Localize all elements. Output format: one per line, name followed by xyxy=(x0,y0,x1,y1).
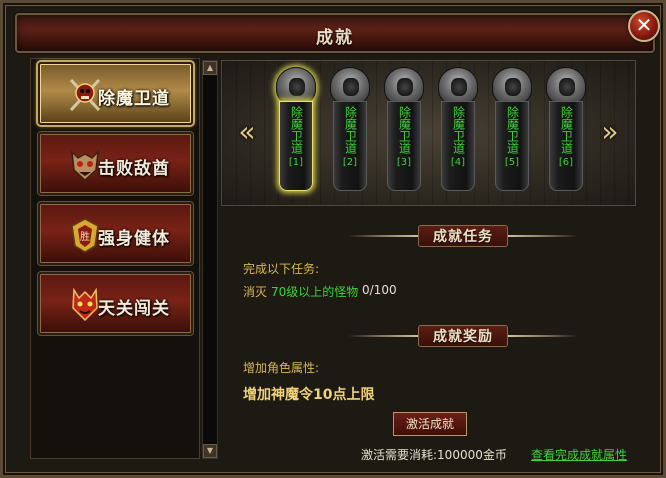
tier-pillar-4[interactable]: 除魔卫道 [4] xyxy=(435,67,481,195)
scroll-down-button[interactable]: ▼ xyxy=(203,444,217,458)
category-item-defeat-chiefs[interactable]: 击败敌酋 xyxy=(38,132,193,195)
tier-pillar-1[interactable]: 除魔卫道 [1] xyxy=(273,67,319,195)
achievement-window: 成就 ✕ 除魔卫道 击败敌酋 胜 强身健体 天关闯关 ▲ ▼ « » 除魔卫道 … xyxy=(0,0,666,478)
tier-name: 除魔卫道 xyxy=(289,106,304,154)
task-objective-detail: 70级以上的怪物 xyxy=(271,285,359,299)
next-tier-button[interactable]: » xyxy=(595,118,625,146)
tier-name: 除魔卫道 xyxy=(559,106,574,154)
svg-text:胜: 胜 xyxy=(80,231,90,243)
tier-index: [2] xyxy=(342,157,358,168)
tier-pillar-6[interactable]: 除魔卫道 [6] xyxy=(543,67,589,195)
pillar-cap-icon xyxy=(492,67,532,105)
red-demon-icon xyxy=(68,286,102,324)
demon-mask-icon xyxy=(68,146,102,184)
pillar-cap-icon xyxy=(384,67,424,105)
category-label: 天关闯关 xyxy=(98,299,170,319)
scroll-up-button[interactable]: ▲ xyxy=(203,61,217,75)
close-icon: ✕ xyxy=(635,13,653,37)
task-section-header: 成就任务 xyxy=(293,225,633,247)
reward-section-title: 成就奖励 xyxy=(418,325,508,347)
category-label: 击败敌酋 xyxy=(98,159,170,179)
task-intro: 完成以下任务: xyxy=(243,262,320,276)
prev-tier-button[interactable]: « xyxy=(232,118,262,146)
task-section-title: 成就任务 xyxy=(418,225,508,247)
category-item-sky-pass[interactable]: 天关闯关 xyxy=(38,272,193,335)
tier-index: [1] xyxy=(288,157,304,168)
category-item-demon-slaying[interactable]: 除魔卫道 xyxy=(38,62,193,125)
category-label: 强身健体 xyxy=(98,229,170,249)
tier-name: 除魔卫道 xyxy=(451,106,466,154)
view-completed-attributes-link[interactable]: 查看完成成就属性 xyxy=(531,446,627,463)
tier-pillar-2[interactable]: 除魔卫道 [2] xyxy=(327,67,373,195)
tier-name: 除魔卫道 xyxy=(343,106,358,154)
achievement-tier-banner: « » 除魔卫道 [1] 除魔卫道 [2] 除魔卫道 [3] 除魔卫道 [4] … xyxy=(221,60,636,206)
tier-name: 除魔卫道 xyxy=(397,106,412,154)
pillar-cap-icon xyxy=(546,67,586,105)
crossed-swords-skull-icon xyxy=(68,76,102,114)
reward-value: 增加神魔令10点上限 xyxy=(243,387,375,403)
pillar-cap-icon xyxy=(438,67,478,105)
window-title: 成就 xyxy=(316,28,354,48)
pillar-cap-icon xyxy=(276,67,316,105)
title-bar[interactable]: 成就 xyxy=(15,13,655,53)
strength-crest-icon: 胜 xyxy=(68,216,102,254)
tier-pillar-5[interactable]: 除魔卫道 [5] xyxy=(489,67,535,195)
tier-index: [4] xyxy=(450,157,466,168)
reward-section-header: 成就奖励 xyxy=(293,325,633,347)
reward-intro: 增加角色属性: xyxy=(243,361,320,375)
tier-index: [6] xyxy=(558,157,574,168)
double-chevron-right-icon: » xyxy=(601,115,619,148)
tier-pillar-3[interactable]: 除魔卫道 [3] xyxy=(381,67,427,195)
tier-index: [3] xyxy=(396,157,412,168)
category-list: 除魔卫道 击败敌酋 胜 强身健体 天关闯关 xyxy=(30,58,200,459)
pillar-cap-icon xyxy=(330,67,370,105)
close-button[interactable]: ✕ xyxy=(628,10,660,42)
category-label: 除魔卫道 xyxy=(98,89,170,109)
triangle-up-icon: ▲ xyxy=(206,63,214,72)
category-item-body-strengthening[interactable]: 胜 强身健体 xyxy=(38,202,193,265)
activate-achievement-button[interactable]: 激活成就 xyxy=(393,412,467,436)
tier-index: [5] xyxy=(504,157,520,168)
double-chevron-left-icon: « xyxy=(238,115,256,148)
tier-name: 除魔卫道 xyxy=(505,106,520,154)
activation-cost: 激活需要消耗:100000金币 xyxy=(361,448,507,462)
task-objective-prefix: 消灭 xyxy=(243,285,268,299)
category-scrollbar[interactable]: ▲ ▼ xyxy=(202,60,218,459)
triangle-down-icon: ▼ xyxy=(206,446,214,455)
task-progress: 0/100 xyxy=(362,283,397,297)
